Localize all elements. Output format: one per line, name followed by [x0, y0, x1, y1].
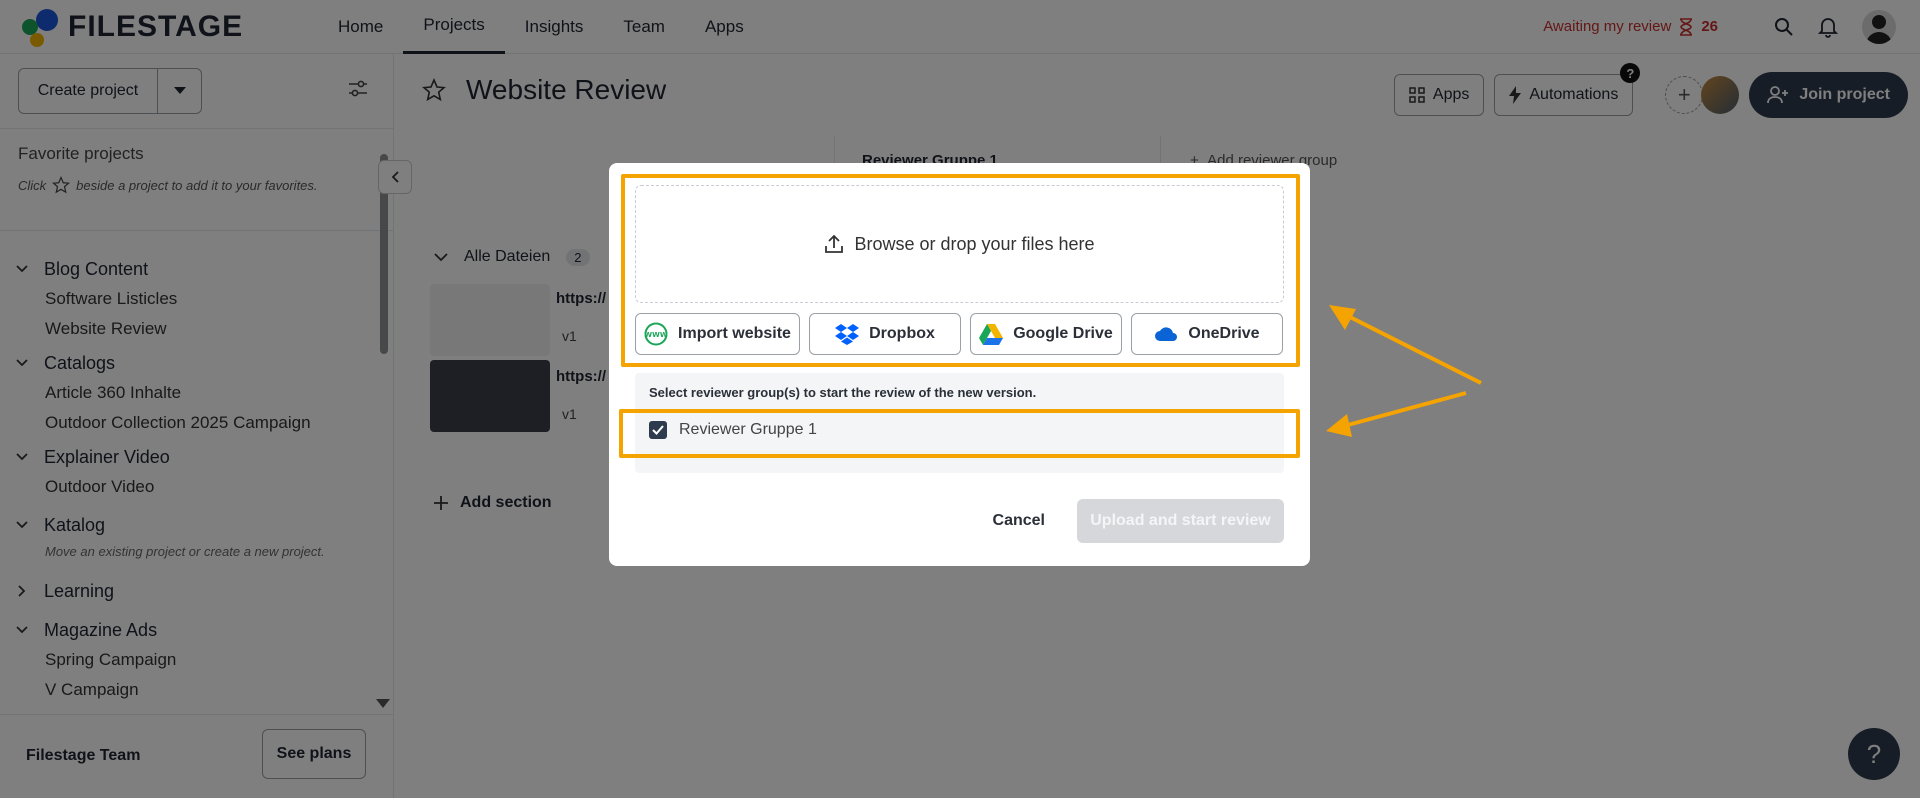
reviewer-group-hint: Select reviewer group(s) to start the re…: [649, 385, 1037, 400]
highlight-reviewer-group: [619, 409, 1300, 458]
highlight-upload-area: [621, 174, 1300, 367]
upload-and-start-review-button[interactable]: Upload and start review: [1077, 499, 1284, 543]
cancel-button[interactable]: Cancel: [983, 512, 1055, 530]
